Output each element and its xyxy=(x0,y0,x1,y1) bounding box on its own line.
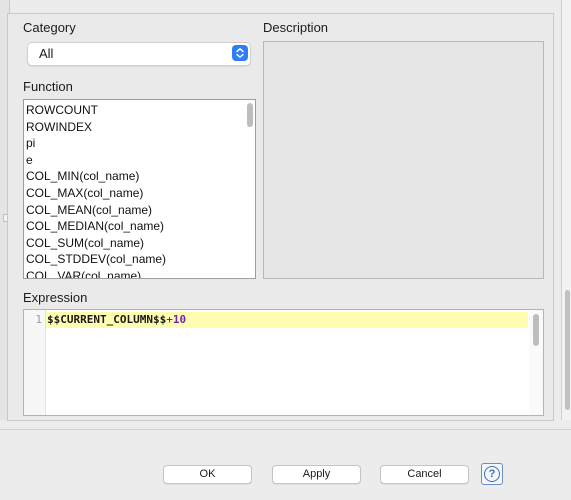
function-item[interactable]: COL_MIN(col_name) xyxy=(26,168,166,185)
function-item[interactable]: COL_SUM(col_name) xyxy=(26,235,166,252)
function-item[interactable]: COL_MAX(col_name) xyxy=(26,185,166,202)
expression-scrollbar-thumb[interactable] xyxy=(533,314,539,346)
category-select[interactable]: All xyxy=(27,42,251,66)
description-label: Description xyxy=(263,20,329,35)
function-item[interactable]: e xyxy=(26,152,166,169)
line-number: 1 xyxy=(35,313,42,326)
operator-token: + xyxy=(166,313,173,326)
line-number-gutter: 1 xyxy=(24,310,46,415)
function-item[interactable]: COL_MEDIAN(col_name) xyxy=(26,218,166,235)
function-item[interactable]: COL_MEAN(col_name) xyxy=(26,202,166,219)
footer-divider xyxy=(0,429,571,430)
apply-button[interactable]: Apply xyxy=(272,465,361,484)
number-token: 10 xyxy=(172,313,187,326)
outer-scrollbar-thumb[interactable] xyxy=(565,290,570,410)
expression-scrollbar-track[interactable] xyxy=(529,310,543,415)
function-item[interactable]: pi xyxy=(26,135,166,152)
outer-scrollbar-track[interactable] xyxy=(561,0,571,420)
help-icon: ? xyxy=(484,466,500,482)
cancel-button[interactable]: Cancel xyxy=(380,465,469,484)
function-item[interactable]: COL_STDDEV(col_name) xyxy=(26,251,166,268)
chevron-updown-icon[interactable] xyxy=(232,45,248,61)
function-item[interactable]: ROWCOUNT xyxy=(26,102,166,119)
function-list[interactable]: ROWCOUNT ROWINDEX pi e COL_MIN(col_name)… xyxy=(23,99,256,279)
help-button[interactable]: ? xyxy=(481,463,503,485)
category-selected-value: All xyxy=(39,46,54,61)
ok-button[interactable]: OK xyxy=(163,465,252,484)
function-list-scrollbar[interactable] xyxy=(247,103,253,127)
function-label: Function xyxy=(23,79,73,94)
function-item[interactable]: COL_VAR(col_name) xyxy=(26,268,166,278)
function-item[interactable]: ROWINDEX xyxy=(26,119,166,136)
description-area xyxy=(263,41,544,279)
category-label: Category xyxy=(23,20,76,35)
column-token: $$CURRENT_COLUMN$$ xyxy=(47,313,167,326)
expression-editor[interactable]: 1 $$CURRENT_COLUMN$$+10 xyxy=(23,309,544,416)
expression-code[interactable]: $$CURRENT_COLUMN$$+10 xyxy=(47,313,186,326)
expression-label: Expression xyxy=(23,290,88,305)
